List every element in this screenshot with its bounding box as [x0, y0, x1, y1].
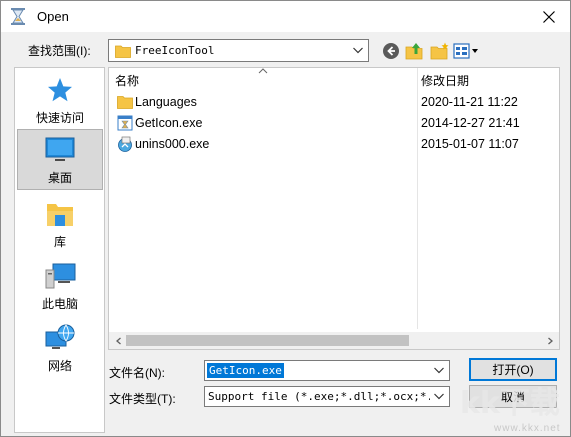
back-button[interactable] — [381, 41, 401, 61]
window-title: Open — [37, 9, 69, 24]
filetype-select[interactable]: Support file (*.exe;*.dll;*.ocx;*.cpl — [204, 386, 450, 407]
library-icon — [47, 204, 73, 226]
place-label: 快速访问 — [35, 111, 84, 125]
place-desktop[interactable]: 桌面 — [17, 129, 103, 190]
open-button[interactable]: 打开(O) — [469, 358, 557, 381]
installer-icon — [118, 136, 132, 152]
sort-ascending-icon — [258, 68, 268, 74]
back-arrow-icon — [383, 43, 399, 59]
file-name: unins000.exe — [135, 137, 210, 151]
horizontal-scrollbar[interactable] — [109, 332, 559, 349]
file-list[interactable]: 名称 修改日期 Languages 2020-11-21 11:22 GetIc… — [108, 67, 560, 350]
file-row-geticon[interactable]: GetIcon.exe 2014-12-27 21:41 — [111, 113, 557, 134]
close-button[interactable] — [526, 1, 570, 32]
place-network[interactable]: 网络 — [17, 318, 103, 379]
up-folder-icon — [405, 43, 423, 60]
view-menu-icon — [453, 43, 478, 59]
place-label: 此电脑 — [41, 297, 78, 311]
list-header: 名称 修改日期 — [109, 68, 559, 329]
place-this-pc[interactable]: 此电脑 — [17, 256, 103, 317]
file-date: 2020-11-21 11:22 — [421, 95, 518, 109]
column-header-name[interactable]: 名称 — [115, 72, 139, 89]
open-dialog: Open 查找范围(I): FreeIconTool 快速访问 桌面 库 此电脑… — [0, 0, 571, 437]
chevron-down-icon — [353, 47, 363, 54]
file-row-unins000[interactable]: unins000.exe 2015-01-07 11:07 — [111, 134, 557, 155]
lookin-label: 查找范围(I): — [28, 44, 91, 58]
file-date: 2015-01-07 11:07 — [421, 137, 519, 151]
filename-value: GetIcon.exe — [207, 363, 284, 378]
star-icon — [48, 78, 72, 102]
place-libraries[interactable]: 库 — [17, 194, 103, 255]
folder-icon — [115, 45, 131, 58]
watermark-site: www.kkx.net — [494, 423, 561, 434]
chevron-down-icon — [434, 393, 444, 400]
close-icon — [543, 10, 555, 23]
filetype-label: 文件类型(T): — [109, 392, 176, 406]
view-menu-button[interactable] — [453, 41, 479, 61]
desktop-icon — [45, 137, 75, 161]
file-date: 2014-12-27 21:41 — [421, 116, 520, 130]
new-folder-button[interactable] — [429, 41, 451, 61]
place-label: 网络 — [47, 359, 72, 373]
folder-icon — [117, 96, 133, 109]
place-quick-access[interactable]: 快速访问 — [17, 70, 103, 131]
filename-input[interactable]: GetIcon.exe — [204, 360, 450, 381]
computer-icon — [45, 263, 76, 289]
filetype-value: Support file (*.exe;*.dll;*.ocx;*.cpl — [208, 390, 430, 403]
filename-label: 文件名(N): — [109, 366, 165, 380]
lookin-dropdown[interactable]: FreeIconTool — [108, 39, 369, 62]
chevron-down-icon[interactable] — [433, 364, 445, 376]
scroll-left-icon[interactable] — [111, 334, 126, 347]
svg-text:kk下载: kk下载 — [460, 386, 560, 421]
file-name: Languages — [135, 95, 197, 109]
exe-icon — [117, 115, 133, 131]
places-bar: 快速访问 桌面 库 此电脑 网络 — [14, 67, 105, 433]
hourglass-app-icon — [11, 8, 25, 25]
file-row-languages[interactable]: Languages 2020-11-21 11:22 — [111, 92, 557, 113]
network-icon — [45, 324, 75, 349]
file-name: GetIcon.exe — [135, 116, 203, 130]
column-header-date[interactable]: 修改日期 — [421, 72, 469, 89]
scrollbar-thumb[interactable] — [126, 335, 409, 346]
place-label: 桌面 — [47, 171, 72, 185]
up-folder-button[interactable] — [404, 41, 426, 61]
new-folder-icon — [430, 42, 449, 60]
scroll-right-icon[interactable] — [542, 334, 557, 347]
lookin-value: FreeIconTool — [135, 44, 215, 57]
place-label: 库 — [53, 235, 66, 249]
title-bar: Open — [1, 1, 570, 32]
